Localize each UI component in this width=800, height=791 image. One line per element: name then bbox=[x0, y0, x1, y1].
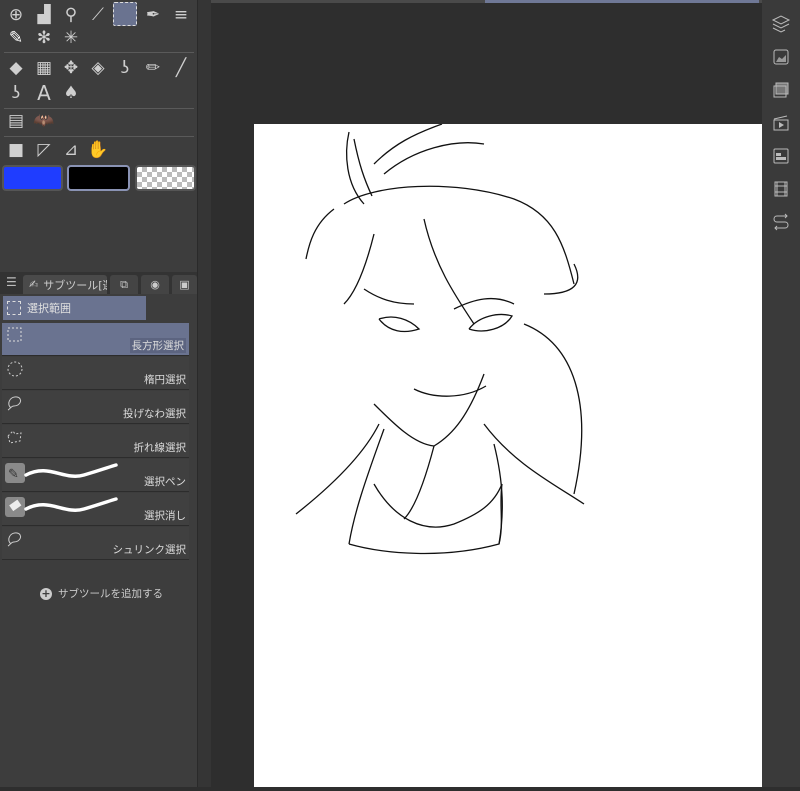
canvas-tab-bar bbox=[211, 0, 762, 3]
subtool-panel-header: ☰ ✍ サブツール[選 ⧉ ◉ ▣ bbox=[0, 272, 197, 294]
shrink-lasso-icon bbox=[7, 532, 22, 547]
add-subtool-button[interactable]: + サブツールを追加する bbox=[40, 586, 163, 601]
svg-text:✎: ✎ bbox=[8, 467, 19, 482]
sparkle-tool-icon[interactable]: ✳ bbox=[59, 26, 83, 50]
grid-tool-icon[interactable]: ▦ bbox=[32, 56, 56, 80]
auto-select-tool-icon[interactable]: ✻ bbox=[32, 26, 56, 50]
subtool-rectangle[interactable]: 長方形選択 bbox=[2, 323, 189, 356]
sub-color-swatch[interactable] bbox=[67, 165, 130, 191]
text-tool-icon[interactable]: A bbox=[32, 81, 56, 105]
transparent-color-swatch[interactable] bbox=[135, 165, 196, 191]
divider bbox=[4, 136, 194, 137]
rectangle-selection-icon bbox=[7, 327, 22, 342]
bat-tool-icon[interactable]: 🦇 bbox=[32, 109, 56, 133]
eraser-tool-icon[interactable]: ◆ bbox=[4, 56, 28, 80]
layer-property-icon[interactable] bbox=[771, 14, 791, 34]
move-tool-icon[interactable]: ✥ bbox=[59, 56, 83, 80]
right-icon-bar bbox=[762, 0, 800, 787]
subtool-selection-pen[interactable]: ✎ 選択ペン bbox=[2, 459, 189, 492]
subtool-lasso[interactable]: 投げなわ選択 bbox=[2, 391, 189, 424]
tab-color-icon[interactable]: ◉ bbox=[141, 275, 169, 294]
tool-panel: ⊕ ▟ ⚲ ⟋ ✒ ≡ ✎ ✻ ✳ ◆ ▦ ✥ ◈ ʖ ✏ ╱ ʖ A ♠ ▤ … bbox=[0, 0, 197, 787]
lasso-fill-tool-icon[interactable]: ʖ bbox=[113, 56, 137, 80]
selection-icon bbox=[7, 301, 21, 315]
line-art-sketch bbox=[295, 123, 585, 555]
lasso-icon bbox=[7, 396, 22, 411]
line-tool-icon[interactable]: ╱ bbox=[169, 56, 193, 80]
pencil-tool-icon[interactable]: ✏ bbox=[141, 56, 165, 80]
lasso-fill-2-tool-icon[interactable]: ʖ bbox=[4, 81, 28, 105]
tab-subtool[interactable]: ✍ サブツール[選 bbox=[23, 275, 107, 294]
tab-navigator-icon[interactable]: ▣ bbox=[172, 275, 197, 294]
auto-action-icon[interactable] bbox=[771, 212, 791, 232]
brush-icon: ✍ bbox=[29, 278, 39, 291]
drawing-canvas[interactable] bbox=[254, 123, 762, 787]
panel-splitter[interactable] bbox=[197, 0, 211, 787]
menu-icon[interactable]: ☰ bbox=[6, 275, 17, 289]
hand-tool-icon[interactable]: ✋ bbox=[86, 138, 110, 162]
eyedropper-tool-icon[interactable]: ⟋ bbox=[86, 3, 110, 27]
subtool-shrink[interactable]: シュリンク選択 bbox=[2, 527, 189, 560]
divider bbox=[4, 52, 194, 53]
pen-tool-icon[interactable]: ✒ bbox=[141, 3, 165, 27]
main-color-swatch[interactable] bbox=[2, 165, 63, 191]
navigator-icon[interactable] bbox=[771, 146, 791, 166]
animation-icon[interactable] bbox=[771, 113, 791, 133]
ruler-tool-icon[interactable]: ◸ bbox=[32, 138, 56, 162]
subtool-selection-eraser[interactable]: 選択消し bbox=[2, 493, 189, 526]
layout-tool-icon[interactable]: ▤ bbox=[4, 109, 28, 133]
polyline-selection-icon bbox=[7, 430, 22, 444]
plus-icon: + bbox=[40, 586, 52, 600]
ellipse-selection-icon bbox=[7, 361, 23, 377]
zoom-tool-icon[interactable]: ⚲ bbox=[59, 3, 83, 27]
selection-tool-icon[interactable] bbox=[113, 2, 137, 26]
subtool-polyline[interactable]: 折れ線選択 bbox=[2, 425, 189, 458]
object-tool-icon[interactable]: ⊕ bbox=[4, 3, 28, 27]
histogram-icon[interactable] bbox=[771, 47, 791, 67]
blend-tool-icon[interactable]: ♠ bbox=[59, 81, 83, 105]
fill-ink-tool-icon[interactable]: ▟ bbox=[32, 3, 56, 27]
speed-lines-tool-icon[interactable]: ≡ bbox=[169, 3, 193, 27]
gradient-tool-icon[interactable]: ■ bbox=[4, 138, 28, 162]
selection-pen-stroke-icon: ✎ bbox=[5, 463, 118, 483]
fill-tool-icon[interactable]: ◈ bbox=[86, 56, 110, 80]
subtool-ellipse[interactable]: 楕円選択 bbox=[2, 357, 189, 390]
selection-eraser-stroke-icon bbox=[5, 497, 118, 517]
ruler-pen-tool-icon[interactable]: ⊿ bbox=[59, 138, 83, 162]
tab-layer-icon[interactable]: ⧉ bbox=[110, 275, 138, 294]
subtool-group-selection[interactable]: 選択範囲 bbox=[3, 296, 146, 320]
active-canvas-tab[interactable] bbox=[485, 0, 759, 3]
pen-nib-tool-icon[interactable]: ✎ bbox=[4, 26, 28, 50]
layers-icon[interactable] bbox=[771, 80, 791, 100]
timeline-icon[interactable] bbox=[771, 179, 791, 199]
